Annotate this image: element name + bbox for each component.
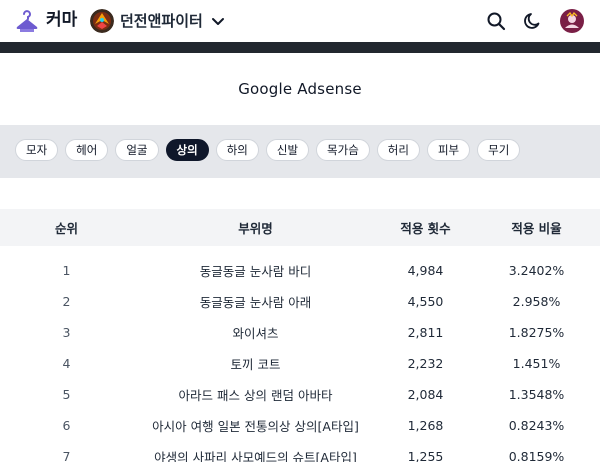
table-row[interactable]: 5 아라드 패스 상의 랜덤 아바타 2,084 1.3548% [0,379,600,410]
category-chip[interactable]: 모자 [15,139,59,161]
apply-ratio-cell: 2.958% [512,294,561,309]
part-name-cell: 동글동글 눈사람 바디 [199,264,312,279]
table-row[interactable]: 2 동글동글 눈사람 아래 4,550 2.958% [0,286,600,317]
apply-count-cell: 4,550 [407,294,444,309]
table-header: 순위 부위명 적용 횟수 적용 비율 [0,209,600,246]
apply-count-cell: 4,984 [407,263,444,278]
part-name-cell: 아라드 패스 상의 랜덤 아바타 [178,388,333,403]
category-chip[interactable]: 얼굴 [115,139,159,161]
ad-title: Google Adsense [238,80,362,98]
category-filter-bar: 모자 헤어 얼굴 상의 하의 신발 목가슴 허리 피부 무기 [0,125,600,178]
category-chip[interactable]: 신발 [265,139,310,161]
apply-count-cell: 1,268 [407,418,444,433]
apply-count-cell: 2,084 [407,387,444,402]
rank-cell: 4 [62,356,71,371]
profile-icon [562,11,582,31]
rank-cell: 7 [62,449,71,462]
rank-cell: 5 [62,387,71,402]
rank-cell: 3 [62,325,71,340]
ranking-table: 순위 부위명 적용 횟수 적용 비율 1 동글동글 눈사람 바디 4,984 3.24… [0,209,600,462]
table-row[interactable]: 1 동글동글 눈사람 바디 4,984 3.2402% [0,255,600,286]
table-body: 1 동글동글 눈사람 바디 4,984 3.2402% 2 동글동글 눈사람 아래 4,55… [0,255,600,462]
part-name-cell: 아시아 여행 일본 전통의상 상의[A타입] [152,419,359,434]
category-chip[interactable]: 헤어 [65,139,109,161]
hanger-icon[interactable] [14,8,40,34]
top-header: 커마 던전앤파이터 [0,0,600,42]
rank-cell: 1 [62,263,71,278]
category-chip[interactable]: 하의 [215,139,259,161]
moon-icon [524,13,540,29]
header-apply-ratio: 적용 비율 [511,221,562,236]
avatar[interactable] [560,9,584,33]
category-chip[interactable]: 목가슴 [316,139,370,161]
category-chip[interactable]: 허리 [376,139,420,161]
header-rank: 순위 [54,221,78,236]
rank-cell: 2 [62,294,71,309]
chevron-down-icon[interactable] [211,14,225,28]
table-row[interactable]: 3 와이셔츠 2,811 1.8275% [0,317,600,348]
part-name-cell: 토끼 코트 [230,357,281,372]
header-apply-count: 적용 횟수 [400,221,451,236]
game-name: 던전앤파이터 [120,12,203,30]
category-chip[interactable]: 상의 [165,139,209,161]
apply-ratio-cell: 3.2402% [508,263,565,278]
part-name-cell: 동글동글 눈사람 아래 [199,295,312,310]
part-name-cell: 야생의 사파리 사모예드의 슈트[A타입] [154,450,357,462]
theme-toggle-button[interactable] [521,9,545,33]
table-row[interactable]: 6 아시아 여행 일본 전통의상 상의[A타입] 1,268 0.8243% [0,410,600,441]
table-row[interactable]: 4 토끼 코트 2,232 1.451% [0,348,600,379]
apply-ratio-cell: 1.8275% [508,325,565,340]
table-row[interactable]: 7 야생의 사파리 사모예드의 슈트[A타입] 1,255 0.8159% [0,441,600,462]
header-part-name: 부위명 [238,221,273,236]
header-divider-bar [0,42,600,53]
category-chip[interactable]: 피부 [426,139,471,161]
search-icon [487,12,506,31]
part-name-cell: 와이셔츠 [232,326,279,341]
game-emblem-icon [90,9,114,33]
ad-banner[interactable]: Google Adsense [0,53,600,125]
brand-name[interactable]: 커마 [46,9,77,31]
search-button[interactable] [484,9,508,33]
apply-count-cell: 2,232 [407,356,444,371]
apply-ratio-cell: 1.3548% [508,387,565,402]
game-selector[interactable]: 던전앤파이터 [90,8,225,34]
category-chip-list: 모자 헤어 얼굴 상의 하의 신발 목가슴 허리 피부 무기 [15,139,521,161]
apply-count-cell: 2,811 [407,325,444,340]
apply-ratio-cell: 0.8243% [508,418,565,433]
apply-ratio-cell: 0.8159% [508,449,565,462]
apply-ratio-cell: 1.451% [512,356,561,371]
category-chip[interactable]: 무기 [477,139,521,161]
apply-count-cell: 1,255 [407,449,444,462]
rank-cell: 6 [62,418,71,433]
